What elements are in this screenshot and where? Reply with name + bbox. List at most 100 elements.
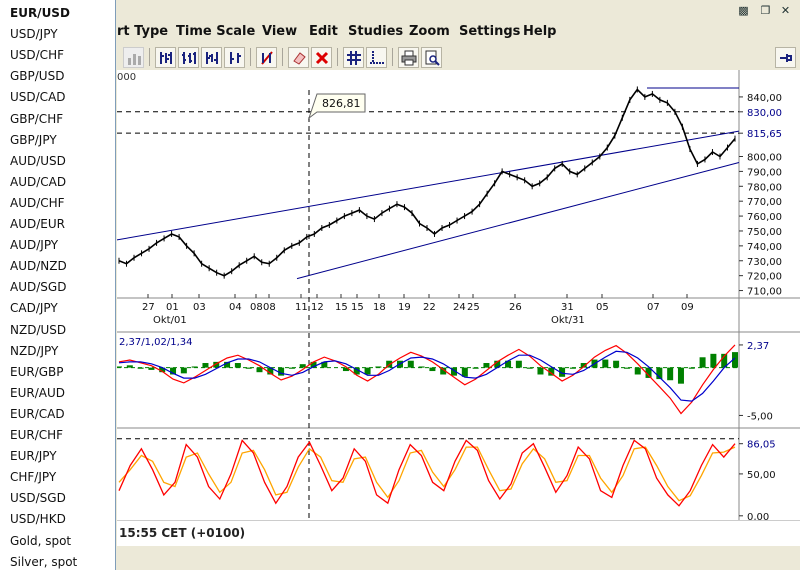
- y-tick-label: -5,00: [747, 411, 773, 422]
- macd-histogram-bar: [667, 367, 674, 381]
- title-bar: ▩ ❐ ✕: [0, 0, 800, 22]
- symbol-item[interactable]: NZD/USD: [10, 323, 66, 337]
- symbol-item[interactable]: USD/SGD: [10, 491, 66, 505]
- symbol-item[interactable]: CHF/JPY: [10, 470, 56, 484]
- delete-button[interactable]: [311, 47, 332, 68]
- symbol-item[interactable]: GBP/CHF: [10, 112, 63, 126]
- y-tick-label: 815,65: [747, 129, 782, 140]
- menu-help[interactable]: Help: [523, 24, 556, 39]
- symbol-item[interactable]: Gold, spot: [10, 534, 71, 548]
- symbol-item[interactable]: GBP/USD: [10, 69, 64, 83]
- crosshair-button[interactable]: [366, 47, 387, 68]
- x-tick-label: 18: [373, 302, 386, 313]
- symbol-item[interactable]: USD/JPY: [10, 27, 58, 41]
- macd-histogram-bar: [375, 366, 382, 368]
- x-tick-label: 27: [142, 302, 155, 313]
- symbol-item[interactable]: CAD/JPY: [10, 301, 58, 315]
- ohlc-alt-button[interactable]: [201, 47, 222, 68]
- menu-time-scale[interactable]: Time Scale: [176, 24, 255, 39]
- y-tick-label: 760,00: [747, 212, 782, 223]
- symbol-item[interactable]: EUR/USD: [10, 6, 70, 20]
- symbol-item[interactable]: AUD/CHF: [10, 196, 65, 210]
- price-series-line: [118, 88, 736, 277]
- macd-histogram-bar: [418, 366, 425, 368]
- menu-studies[interactable]: Studies: [348, 24, 403, 39]
- symbol-item[interactable]: AUD/EUR: [10, 217, 65, 231]
- menu-chart-type[interactable]: rt Type: [117, 24, 168, 39]
- symbol-item[interactable]: USD/CAD: [10, 90, 66, 104]
- grid-button[interactable]: [343, 47, 364, 68]
- bottom-strip: [117, 546, 800, 570]
- macd-histogram-bar: [137, 367, 144, 369]
- symbol-dropdown-list[interactable]: EUR/USD USD/JPY USD/CHF GBP/USD USD/CAD GBP/C…: [0, 0, 116, 570]
- stoch-series-line: [118, 439, 736, 507]
- y-tick-label: 780,00: [747, 182, 782, 193]
- menu-edit[interactable]: Edit: [309, 24, 338, 39]
- symbol-item[interactable]: EUR/GBP: [10, 365, 64, 379]
- toolbar-separator: [282, 48, 283, 66]
- symbol-item[interactable]: AUD/NZD: [10, 259, 67, 273]
- x-tick-label: 01: [166, 302, 179, 313]
- macd-histogram-bar: [180, 367, 187, 374]
- x-tick-label: 15: [351, 302, 364, 313]
- toolbar-separator: [337, 48, 338, 66]
- symbol-item[interactable]: EUR/CHF: [10, 428, 63, 442]
- y-tick-label: 770,00: [747, 197, 782, 208]
- symbol-item[interactable]: USD/HKD: [10, 512, 66, 526]
- pin-button[interactable]: [775, 47, 796, 68]
- candle-chart-button[interactable]: [155, 47, 176, 68]
- y-tick-label: 86,05: [747, 440, 776, 451]
- macd-histogram-bar: [288, 367, 295, 369]
- symbol-item[interactable]: EUR/AUD: [10, 386, 65, 400]
- symbol-item[interactable]: AUD/CAD: [10, 175, 66, 189]
- ohlc-button[interactable]: [178, 47, 199, 68]
- macd-histogram-bar: [364, 367, 371, 375]
- status-bar: 15:55 CET (+0100): [117, 520, 800, 547]
- menu-view[interactable]: View: [262, 24, 297, 39]
- y-tick-label: 790,00: [747, 167, 782, 178]
- eraser-icon: [293, 52, 306, 65]
- macd-histogram-bar: [483, 363, 490, 368]
- macd-histogram-bar: [202, 363, 209, 368]
- bar-chart-button[interactable]: [123, 47, 144, 68]
- y-tick-label: 840,00: [747, 93, 782, 104]
- app-window: ▩ ❐ ✕ rt Type Time Scale View Edit Studi…: [0, 0, 800, 570]
- toolbar-separator: [392, 48, 393, 66]
- delete-icon: [315, 51, 329, 65]
- symbol-item[interactable]: AUD/USD: [10, 154, 66, 168]
- restore-icon[interactable]: ❐: [758, 3, 773, 18]
- symbol-item[interactable]: USD/CHF: [10, 48, 64, 62]
- symbol-item[interactable]: Silver, spot: [10, 555, 77, 569]
- macd-histogram-bar: [472, 367, 479, 369]
- macd-histogram-bar: [429, 367, 436, 372]
- print-preview-button[interactable]: [421, 47, 442, 68]
- symbol-item[interactable]: AUD/JPY: [10, 238, 58, 252]
- y-tick-label: 750,00: [747, 227, 782, 238]
- ohlc-alt-icon: [206, 52, 218, 64]
- chart-header-value: 000: [117, 72, 137, 83]
- x-tick-label: 25: [467, 302, 480, 313]
- macd-histogram-bar: [688, 367, 695, 369]
- symbol-item[interactable]: GBP/JPY: [10, 133, 57, 147]
- x-tick-label: 08: [263, 302, 276, 313]
- symbol-item[interactable]: EUR/JPY: [10, 449, 57, 463]
- symbol-item[interactable]: EUR/CAD: [10, 407, 65, 421]
- y-tick-label: 710,00: [747, 287, 782, 298]
- eraser-button[interactable]: [288, 47, 309, 68]
- symbol-item[interactable]: NZD/JPY: [10, 344, 58, 358]
- chart-canvas[interactable]: 840,00 830,00 815,65 800,00 790,00 780,00 770,…: [117, 70, 800, 520]
- minimize-icon[interactable]: ▩: [736, 3, 751, 18]
- trendline-button[interactable]: [256, 47, 277, 68]
- menu-settings[interactable]: Settings: [459, 24, 520, 39]
- print-button[interactable]: [398, 47, 419, 68]
- print-icon: [401, 50, 417, 66]
- symbol-item[interactable]: AUD/SGD: [10, 280, 66, 294]
- x-tick-label: 24: [453, 302, 466, 313]
- close-icon[interactable]: ✕: [778, 3, 793, 18]
- macd-histogram-bar: [245, 367, 252, 369]
- chart-area[interactable]: 840,00 830,00 815,65 800,00 790,00 780,00 770,…: [117, 70, 800, 520]
- hlc-button[interactable]: [224, 47, 245, 68]
- x-group-label: Okt/01: [153, 315, 187, 326]
- menu-zoom[interactable]: Zoom: [409, 24, 450, 39]
- x-tick-label: 26: [509, 302, 522, 313]
